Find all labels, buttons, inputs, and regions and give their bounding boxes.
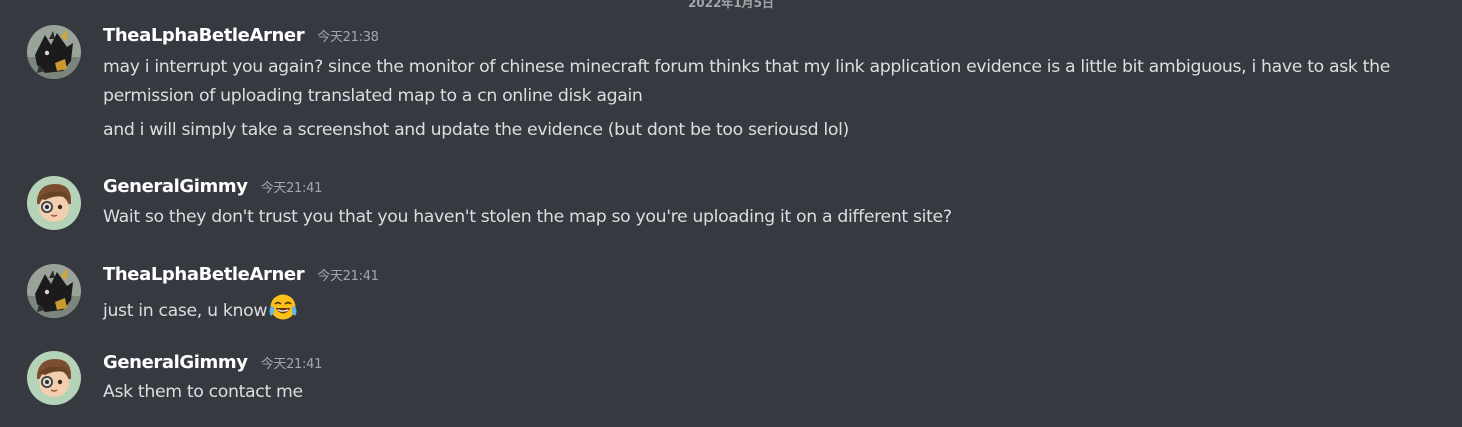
message-header: GeneralGimmy 今天21:41 bbox=[103, 176, 322, 200]
avatar-generalgimmy[interactable] bbox=[27, 351, 81, 405]
message-header: GeneralGimmy 今天21:41 bbox=[103, 352, 322, 376]
avatar-theal[interactable] bbox=[27, 25, 81, 79]
message-text: Wait so they don't trust you that you ha… bbox=[103, 207, 952, 227]
black-fox-avatar-icon bbox=[27, 25, 81, 79]
timestamp: 今天21:38 bbox=[317, 30, 379, 45]
timestamp: 今天21:41 bbox=[260, 181, 323, 196]
face-with-tears-of-joy-icon bbox=[268, 292, 298, 332]
username[interactable]: TheaLphaBetleArner bbox=[103, 264, 305, 285]
message-text: and i will simply take a screenshot and … bbox=[103, 120, 849, 140]
message-text: may i interrupt you again? since the mon… bbox=[103, 57, 1390, 77]
timestamp: 今天21:41 bbox=[317, 269, 379, 284]
username[interactable]: TheaLphaBetleArner bbox=[103, 25, 305, 46]
timestamp: 今天21:41 bbox=[260, 357, 323, 372]
message-text: Ask them to contact me bbox=[103, 382, 303, 402]
message-text: just in case, u know bbox=[103, 292, 298, 332]
message-text-content: just in case, u know bbox=[103, 301, 268, 321]
avatar-generalgimmy[interactable] bbox=[27, 176, 81, 230]
message-header: TheaLphaBetleArner 今天21:38 bbox=[103, 25, 379, 49]
message-text: permission of uploading translated map t… bbox=[103, 86, 643, 106]
avatar-theal[interactable] bbox=[27, 264, 81, 318]
cartoon-boy-avatar-icon bbox=[27, 351, 81, 405]
cartoon-boy-avatar-icon bbox=[27, 176, 81, 230]
message-header: TheaLphaBetleArner 今天21:41 bbox=[103, 264, 379, 288]
date-divider-label: 2022年1月5日 bbox=[683, 0, 779, 10]
date-divider: 2022年1月5日 bbox=[0, 0, 1462, 10]
username[interactable]: GeneralGimmy bbox=[103, 176, 248, 197]
username[interactable]: GeneralGimmy bbox=[103, 352, 248, 373]
black-fox-avatar-icon bbox=[27, 264, 81, 318]
